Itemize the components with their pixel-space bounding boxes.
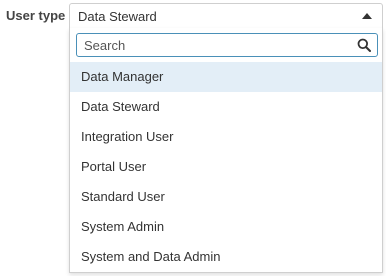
option-integration-user[interactable]: Integration User — [70, 122, 382, 152]
options-list: Data Manager Data Steward Integration Us… — [70, 62, 382, 272]
option-system-admin[interactable]: System Admin — [70, 212, 382, 242]
search-icon[interactable] — [357, 38, 371, 52]
option-data-manager[interactable]: Data Manager — [70, 62, 382, 92]
user-type-dropdown: Data Manager Data Steward Integration Us… — [69, 28, 383, 273]
user-type-label: User type — [6, 8, 66, 23]
option-portal-user[interactable]: Portal User — [70, 152, 382, 182]
search-input[interactable] — [77, 34, 354, 56]
user-type-select[interactable]: Data Steward — [69, 3, 383, 29]
option-standard-user[interactable]: Standard User — [70, 182, 382, 212]
search-box[interactable] — [76, 33, 378, 57]
selected-value: Data Steward — [78, 9, 157, 24]
option-system-and-data-admin[interactable]: System and Data Admin — [70, 242, 382, 272]
caret-up-icon[interactable] — [362, 13, 372, 19]
option-data-steward[interactable]: Data Steward — [70, 92, 382, 122]
